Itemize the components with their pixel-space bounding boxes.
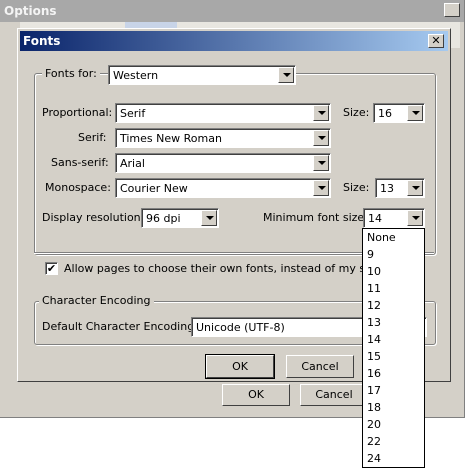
chevron-down-icon[interactable] (278, 67, 294, 83)
options-title-bar: Options (0, 0, 464, 22)
dropdown-option[interactable]: 14 (363, 331, 424, 348)
monospace-select[interactable]: Courier New (115, 178, 331, 198)
options-ok-button[interactable]: OK (222, 384, 290, 406)
fonts-title-bar: Fonts ✕ (20, 31, 448, 51)
dropdown-option[interactable]: 11 (363, 280, 424, 297)
chevron-down-icon[interactable] (201, 210, 217, 226)
proportional-size-value: 16 (378, 107, 392, 120)
dropdown-option[interactable]: 20 (363, 416, 424, 433)
proportional-value: Serif (120, 107, 146, 120)
chevron-down-icon[interactable] (407, 210, 423, 226)
allow-pages-label: Allow pages to choose their own fonts, i… (64, 262, 409, 275)
options-cancel-button[interactable]: Cancel (300, 384, 368, 406)
proportional-label: Proportional: (42, 106, 113, 119)
close-icon: ✕ (431, 34, 441, 47)
serif-value: Times New Roman (120, 132, 222, 145)
serif-label: Serif: (78, 131, 107, 144)
chevron-down-icon[interactable] (313, 180, 329, 196)
fonts-for-value: Western (113, 69, 159, 82)
fonts-dialog-title: Fonts (23, 34, 61, 48)
default-encoding-label: Default Character Encoding: (42, 320, 198, 333)
display-resolution-label: Display resolution: (42, 211, 145, 224)
monospace-label: Monospace: (45, 181, 111, 194)
cancel-button[interactable]: Cancel (286, 355, 354, 378)
chevron-down-icon[interactable] (313, 105, 329, 121)
fonts-for-select[interactable]: Western (108, 65, 296, 85)
monospace-value: Courier New (120, 182, 188, 195)
checkmark-icon: ✔ (46, 262, 57, 275)
monospace-size-select[interactable]: 13 (375, 178, 425, 198)
dropdown-option[interactable]: 15 (363, 348, 424, 365)
character-encoding-group-label: Character Encoding (39, 294, 154, 307)
minimum-font-size-select[interactable]: 14 (363, 208, 425, 228)
display-resolution-select[interactable]: 96 dpi (141, 208, 219, 228)
monospace-size-value: 13 (380, 182, 394, 195)
proportional-size-select[interactable]: 16 (373, 103, 425, 123)
monospace-size-label: Size: (343, 181, 370, 194)
dropdown-option[interactable]: 16 (363, 365, 424, 382)
dropdown-option[interactable]: 17 (363, 382, 424, 399)
allow-pages-checkbox[interactable]: ✔ (45, 262, 58, 275)
proportional-select[interactable]: Serif (115, 103, 331, 123)
chevron-down-icon[interactable] (407, 105, 423, 121)
dropdown-option[interactable]: 24 (363, 450, 424, 467)
dropdown-option[interactable]: None (363, 229, 424, 246)
options-close-button[interactable] (444, 3, 460, 17)
chevron-down-icon[interactable] (313, 130, 329, 146)
chevron-down-icon[interactable] (407, 180, 423, 196)
dropdown-option[interactable]: 22 (363, 433, 424, 450)
minimum-font-size-label: Minimum font size: (263, 211, 368, 224)
fonts-close-button[interactable]: ✕ (428, 34, 444, 48)
dropdown-option[interactable]: 10 (363, 263, 424, 280)
minimum-font-size-value: 14 (368, 212, 382, 225)
sans-serif-select[interactable]: Arial (115, 153, 331, 173)
chevron-down-icon[interactable] (313, 155, 329, 171)
dropdown-option[interactable]: 13 (363, 314, 424, 331)
options-title: Options (4, 4, 57, 18)
sans-serif-label: Sans-serif: (51, 156, 109, 169)
default-encoding-value: Unicode (UTF-8) (196, 321, 285, 334)
ok-button[interactable]: OK (205, 354, 275, 379)
serif-select[interactable]: Times New Roman (115, 128, 331, 148)
minimum-font-size-dropdown: None 9 10 11 12 13 14 15 16 17 18 20 22 … (362, 228, 425, 468)
sans-serif-value: Arial (120, 157, 145, 170)
dropdown-option[interactable]: 12 (363, 297, 424, 314)
display-resolution-value: 96 dpi (146, 212, 181, 225)
fonts-for-label: Fonts for: (42, 67, 100, 80)
dropdown-option[interactable]: 18 (363, 399, 424, 416)
proportional-size-label: Size: (343, 106, 370, 119)
dropdown-option[interactable]: 9 (363, 246, 424, 263)
